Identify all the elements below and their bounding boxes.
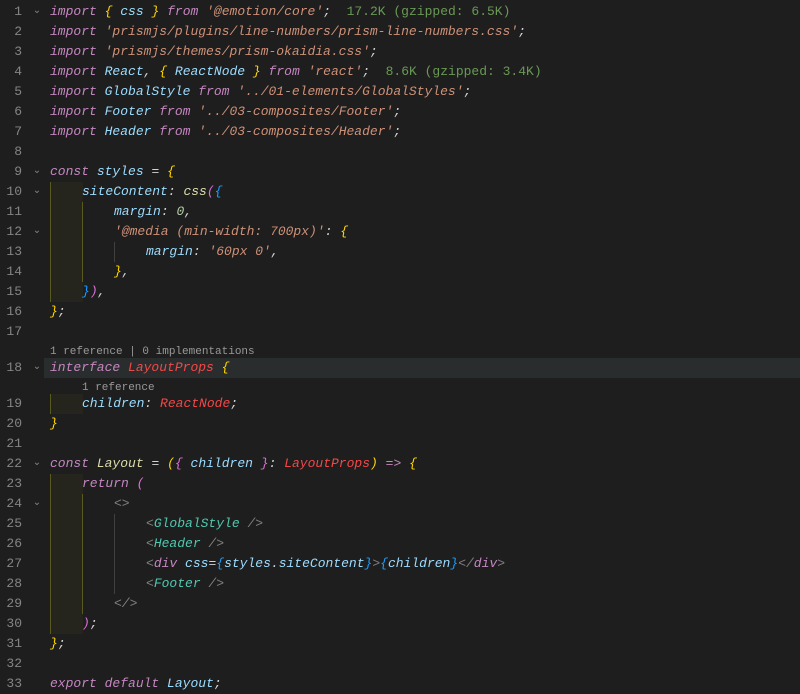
code-line: siteContent: css({ — [50, 182, 800, 202]
code-content[interactable]: import { css } from '@emotion/core'; 17.… — [44, 0, 800, 688]
code-line — [50, 142, 800, 162]
code-line: const styles = { — [50, 162, 800, 182]
code-line: } — [50, 414, 800, 434]
fold-gutter: ⌄ ⌄ ⌄ ⌄ ⌄ ⌄ ⌄ — [30, 0, 44, 688]
codelens[interactable]: 1 reference | 0 implementations — [50, 342, 800, 358]
code-line: export default Layout; — [50, 674, 800, 694]
codelens[interactable]: 1 reference — [50, 378, 800, 394]
code-line: const Layout = ({ children }: LayoutProp… — [50, 454, 800, 474]
size-hint: 17.2K (gzipped: 6.5K) — [347, 4, 511, 19]
code-line: ); — [50, 614, 800, 634]
code-line: }), — [50, 282, 800, 302]
fold-icon[interactable]: ⌄ — [30, 162, 44, 182]
code-line: interface LayoutProps { — [44, 358, 800, 378]
code-line: <Footer /> — [50, 574, 800, 594]
fold-icon[interactable]: ⌄ — [30, 222, 44, 242]
code-line: import Header from '../03-composites/Hea… — [50, 122, 800, 142]
code-line: import { css } from '@emotion/core'; 17.… — [50, 2, 800, 22]
code-line: import GlobalStyle from '../01-elements/… — [50, 82, 800, 102]
code-line: <GlobalStyle /> — [50, 514, 800, 534]
fold-icon[interactable]: ⌄ — [30, 182, 44, 202]
code-line: <div css={styles.siteContent}>{children}… — [50, 554, 800, 574]
line-number-gutter: 1 2 3 4 5 6 7 8 9 10 11 12 13 14 15 16 1… — [0, 0, 30, 688]
code-line — [50, 434, 800, 454]
code-line: }, — [50, 262, 800, 282]
code-line: import React, { ReactNode } from 'react'… — [50, 62, 800, 82]
code-line: '@media (min-width: 700px)': { — [50, 222, 800, 242]
size-hint: 8.6K (gzipped: 3.4K) — [386, 64, 542, 79]
code-line: import Footer from '../03-composites/Foo… — [50, 102, 800, 122]
code-line — [50, 654, 800, 674]
fold-icon[interactable]: ⌄ — [30, 494, 44, 514]
code-line: }; — [50, 634, 800, 654]
code-line: <> — [50, 494, 800, 514]
fold-icon[interactable]: ⌄ — [30, 2, 44, 22]
code-line: margin: 0, — [50, 202, 800, 222]
code-line: <Header /> — [50, 534, 800, 554]
code-line: margin: '60px 0', — [50, 242, 800, 262]
code-line: </> — [50, 594, 800, 614]
code-line: import 'prismjs/themes/prism-okaidia.css… — [50, 42, 800, 62]
code-line: children: ReactNode; — [50, 394, 800, 414]
code-editor[interactable]: 1 2 3 4 5 6 7 8 9 10 11 12 13 14 15 16 1… — [0, 0, 800, 688]
fold-icon[interactable]: ⌄ — [30, 454, 44, 474]
code-line: }; — [50, 302, 800, 322]
code-line: return ( — [50, 474, 800, 494]
fold-icon[interactable]: ⌄ — [30, 358, 44, 378]
code-line: import 'prismjs/plugins/line-numbers/pri… — [50, 22, 800, 42]
code-line — [50, 322, 800, 342]
